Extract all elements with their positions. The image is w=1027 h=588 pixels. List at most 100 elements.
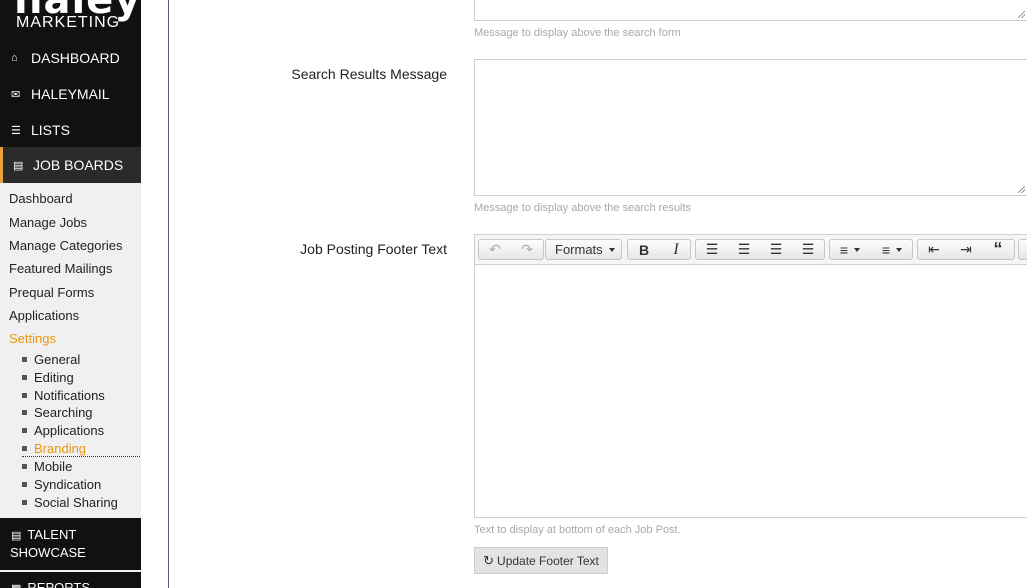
editor-toolbar: ↶ ↷ Formats B I ☰ ☰ ☰ ☰ ≡ ≡ ⇤ ⇥ “ [475,235,1027,265]
reports-line: ▩ REPORTS [11,580,90,588]
settings-mobile-label: Mobile [34,459,73,474]
settings-syndication-label: Syndication [34,477,102,492]
nav-lists[interactable]: ☰ LISTS [0,112,141,148]
align-group: ☰ ☰ ☰ ☰ [695,239,825,260]
redo-icon[interactable]: ↷ [511,240,543,259]
bullet-icon [22,499,27,505]
settings-searching[interactable]: Searching [22,405,93,421]
nav-lists-label: LISTS [31,122,70,138]
settings-general-label: General [34,352,81,367]
nav-haleymail[interactable]: ✉ HALEYMAIL [0,76,141,112]
settings-editing-label: Editing [34,370,74,385]
bullet-icon [22,481,27,487]
envelope-icon: ✉ [11,88,21,101]
nav-talent-showcase[interactable]: ▤ TALENT SHOWCASE [0,518,141,570]
indent-group: ⇤ ⇥ “ [917,239,1015,260]
bold-italic-group: B I [627,239,691,260]
chevron-down-icon [896,247,903,252]
undo-icon[interactable]: ↶ [479,240,511,259]
search-results-help: Message to display above the search resu… [474,202,692,214]
talent-label: TALENT [27,527,77,542]
content-border [168,0,169,588]
list-group: ≡ ≡ [829,239,913,260]
align-right-icon[interactable]: ☰ [760,240,792,259]
jb-manage-jobs[interactable]: Manage Jobs [9,215,87,231]
sidebar: haley MARKETING ⌂ DASHBOARD ✉ HALEYMAIL … [0,0,141,588]
settings-editing[interactable]: Editing [22,370,74,386]
more-tools-group[interactable] [1018,239,1027,260]
talent-showcase-line-1: ▤ TALENT [11,527,76,542]
jb-prequal-forms[interactable]: Prequal Forms [9,285,94,301]
formats-label: Formats [555,242,603,257]
nav-job-boards[interactable]: ▤ JOB BOARDS [0,147,141,183]
chart-icon: ▩ [11,583,21,588]
settings-notifications-label: Notifications [34,388,105,403]
settings-applications-label: Applications [34,423,105,438]
reports-label: REPORTS [27,580,91,588]
settings-syndication[interactable]: Syndication [22,477,101,493]
bullet-icon [22,374,27,380]
chevron-down-icon [608,247,615,252]
search-results-label: Search Results Message [291,66,447,82]
document-icon: ▤ [11,530,22,542]
nav-haleymail-label: HALEYMAIL [31,86,110,102]
bullet-icon [22,445,27,451]
settings-social-sharing-label: Social Sharing [34,495,118,510]
settings-notifications[interactable]: Notifications [22,388,105,404]
haley-marketing-logo[interactable]: haley MARKETING [0,0,141,40]
search-form-message-textarea[interactable] [474,0,1027,21]
footer-text-help: Text to display at bottom of each Job Po… [474,524,681,536]
outdent-icon[interactable]: ⇤ [918,240,950,259]
bullet-icon [22,427,27,433]
bullet-icon [22,356,27,362]
chevron-down-icon [854,247,861,252]
blockquote-icon[interactable]: “ [982,239,1014,259]
bullet-list-icon[interactable]: ≡ [830,240,870,259]
settings-general[interactable]: General [22,352,80,368]
undo-redo-group: ↶ ↷ [478,239,544,260]
align-justify-icon[interactable]: ☰ [792,240,824,259]
jb-manage-categories[interactable]: Manage Categories [9,238,122,254]
bullet-icon [22,392,27,398]
resize-handle-icon[interactable] [1018,11,1025,18]
settings-mobile[interactable]: Mobile [22,459,72,475]
indent-icon[interactable]: ⇥ [950,240,982,259]
search-form-help: Message to display above the search form [474,27,681,39]
settings-searching-label: Searching [34,405,93,420]
nav-dashboard-label: DASHBOARD [31,50,120,66]
footer-text-editor[interactable] [474,234,1027,518]
nav-dashboard[interactable]: ⌂ DASHBOARD [0,40,141,76]
document-icon: ▤ [13,159,24,172]
formats-dropdown[interactable]: Formats [545,239,622,260]
update-footer-button[interactable]: ↻ Update Footer Text [474,547,608,574]
settings-branding[interactable]: Branding [22,441,86,457]
jb-settings[interactable]: Settings [9,331,56,347]
resize-handle-icon[interactable] [1018,186,1025,193]
nav-reports[interactable]: ▩ REPORTS [0,572,141,588]
bold-icon[interactable]: B [628,240,660,259]
jb-featured-mailings[interactable]: Featured Mailings [9,261,112,277]
editor-body[interactable] [475,267,1027,517]
logo-subtitle: MARKETING [16,14,121,31]
home-icon: ⌂ [11,52,18,64]
numbered-list-icon[interactable]: ≡ [872,240,912,259]
settings-applications[interactable]: Applications [22,423,104,439]
footer-text-label: Job Posting Footer Text [300,241,447,257]
align-center-icon[interactable]: ☰ [728,240,760,259]
active-underline [22,456,140,457]
bullet-icon [22,409,27,415]
update-footer-label: Update Footer Text [497,553,599,568]
nav-job-boards-label: JOB BOARDS [33,157,124,173]
jb-applications[interactable]: Applications [9,308,79,324]
settings-branding-label: Branding [34,441,87,456]
list-icon: ☰ [11,124,21,137]
talent-showcase-line-2: SHOWCASE [10,545,86,560]
settings-social-sharing[interactable]: Social Sharing [22,495,118,511]
jb-dashboard[interactable]: Dashboard [9,191,73,207]
italic-icon[interactable]: I [660,240,692,259]
formats-label-wrap: Formats [546,240,615,259]
bullet-icon [22,463,27,469]
search-results-textarea[interactable] [474,59,1027,196]
align-left-icon[interactable]: ☰ [696,240,728,259]
refresh-icon: ↻ [483,552,495,568]
